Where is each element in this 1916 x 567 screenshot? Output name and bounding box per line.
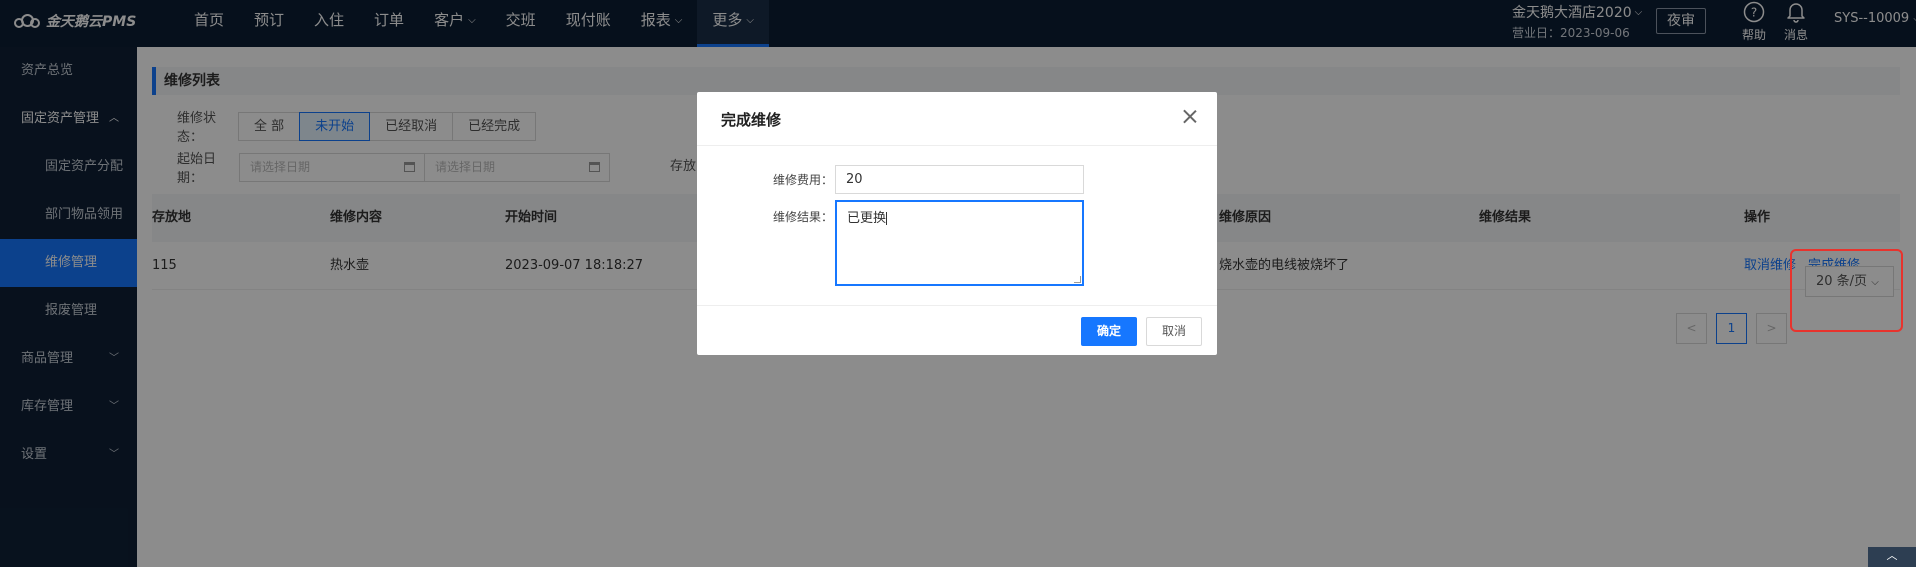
complete-repair-dialog: 完成维修 维修费用： 20 维修结果： 已更换 确定 取消 <box>697 92 1217 355</box>
cancel-button[interactable]: 取消 <box>1146 317 1202 346</box>
divider <box>697 305 1217 306</box>
chevron-up-icon: ︿ <box>1886 549 1898 562</box>
close-icon[interactable] <box>1181 108 1199 126</box>
repair-fee-input[interactable]: 20 <box>835 165 1084 194</box>
scroll-to-top-button[interactable]: ︿ <box>1868 547 1916 567</box>
resize-handle[interactable] <box>1074 276 1081 283</box>
repair-result-textarea[interactable]: 已更换 <box>835 200 1084 286</box>
annotation-highlight-box <box>1790 249 1903 332</box>
dialog-title: 完成维修 <box>721 111 782 129</box>
divider <box>697 145 1217 146</box>
repair-result-label: 维修结果： <box>773 210 834 224</box>
confirm-button[interactable]: 确定 <box>1081 317 1137 346</box>
repair-fee-label: 维修费用： <box>773 173 834 187</box>
